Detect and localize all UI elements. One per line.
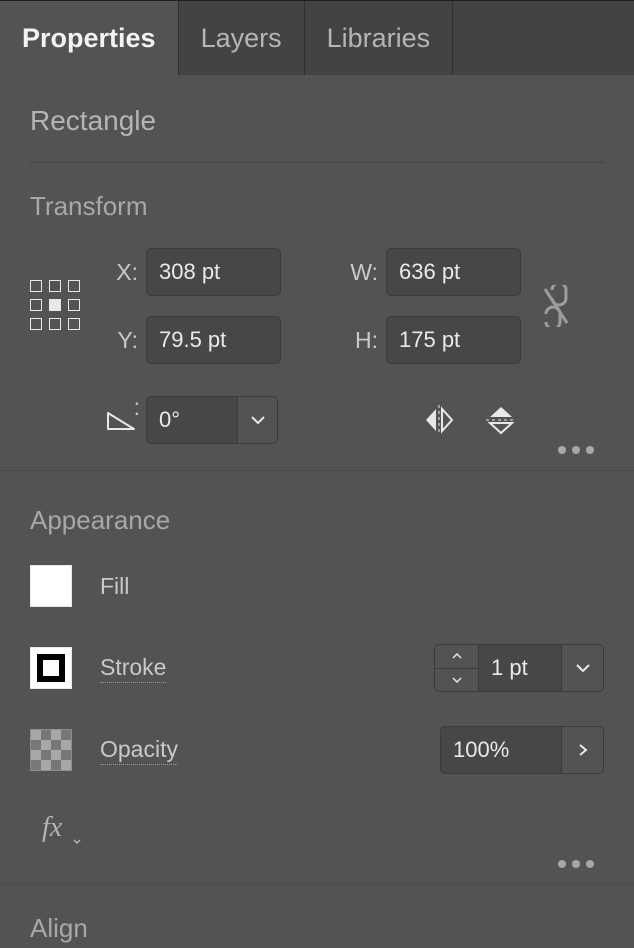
- tab-properties[interactable]: Properties: [0, 1, 179, 75]
- transform-section: Transform X: W: Y: H:: [0, 163, 634, 471]
- stroke-weight-control: [434, 644, 604, 692]
- x-label: X:: [106, 259, 146, 286]
- stepper-up-icon[interactable]: [435, 645, 478, 669]
- y-label: Y:: [106, 327, 146, 354]
- stroke-swatch[interactable]: [30, 647, 72, 689]
- angle-field: [146, 396, 286, 444]
- opacity-control: [440, 726, 604, 774]
- h-input[interactable]: [386, 316, 521, 364]
- align-section: Align: [0, 885, 634, 944]
- opacity-dropdown[interactable]: [562, 726, 604, 774]
- fill-row: Fill: [30, 558, 604, 614]
- panel-body: Rectangle Transform X: W: Y: H:: [0, 75, 634, 944]
- appearance-more-options[interactable]: [558, 860, 594, 868]
- flip-horizontal-icon[interactable]: [422, 405, 456, 435]
- fill-swatch[interactable]: [30, 565, 72, 607]
- fill-label: Fill: [100, 573, 129, 600]
- opacity-input[interactable]: [440, 726, 562, 774]
- flip-vertical-icon[interactable]: [486, 403, 516, 437]
- w-input[interactable]: [386, 248, 521, 296]
- rotate-angle-icon: [106, 409, 146, 431]
- stroke-weight-stepper[interactable]: [434, 644, 478, 692]
- transform-grid: X: W: Y: H: :: [30, 244, 604, 448]
- angle-input[interactable]: [146, 396, 238, 444]
- align-heading: Align: [30, 913, 604, 944]
- fx-row: fx: [30, 804, 604, 854]
- stroke-row: Stroke: [30, 640, 604, 696]
- opacity-row: Opacity: [30, 722, 604, 778]
- stroke-weight-dropdown[interactable]: [562, 644, 604, 692]
- stepper-down-icon[interactable]: [435, 669, 478, 692]
- stroke-weight-input[interactable]: [478, 644, 562, 692]
- svg-text:fx: fx: [42, 812, 63, 843]
- selection-name: Rectangle: [0, 75, 634, 137]
- link-wh-icon[interactable]: [526, 285, 586, 327]
- w-label: W:: [346, 259, 386, 286]
- tab-layers[interactable]: Layers: [179, 1, 305, 75]
- flip-buttons: [346, 403, 526, 437]
- panel-tabs: Properties Layers Libraries: [0, 1, 634, 75]
- appearance-section: Appearance Fill Stroke Opacity: [0, 471, 634, 885]
- reference-point-locator[interactable]: [30, 280, 82, 332]
- opacity-swatch[interactable]: [30, 729, 72, 771]
- opacity-label[interactable]: Opacity: [100, 736, 178, 765]
- x-input[interactable]: [146, 248, 281, 296]
- appearance-heading: Appearance: [30, 505, 604, 536]
- fx-icon[interactable]: fx: [42, 812, 86, 846]
- transform-more-options[interactable]: [558, 446, 594, 454]
- angle-label: :: [134, 394, 140, 421]
- tab-libraries[interactable]: Libraries: [305, 1, 454, 75]
- transform-heading: Transform: [30, 191, 604, 222]
- angle-dropdown-button[interactable]: [238, 396, 278, 444]
- stroke-label[interactable]: Stroke: [100, 654, 166, 683]
- h-label: H:: [346, 327, 386, 354]
- y-input[interactable]: [146, 316, 281, 364]
